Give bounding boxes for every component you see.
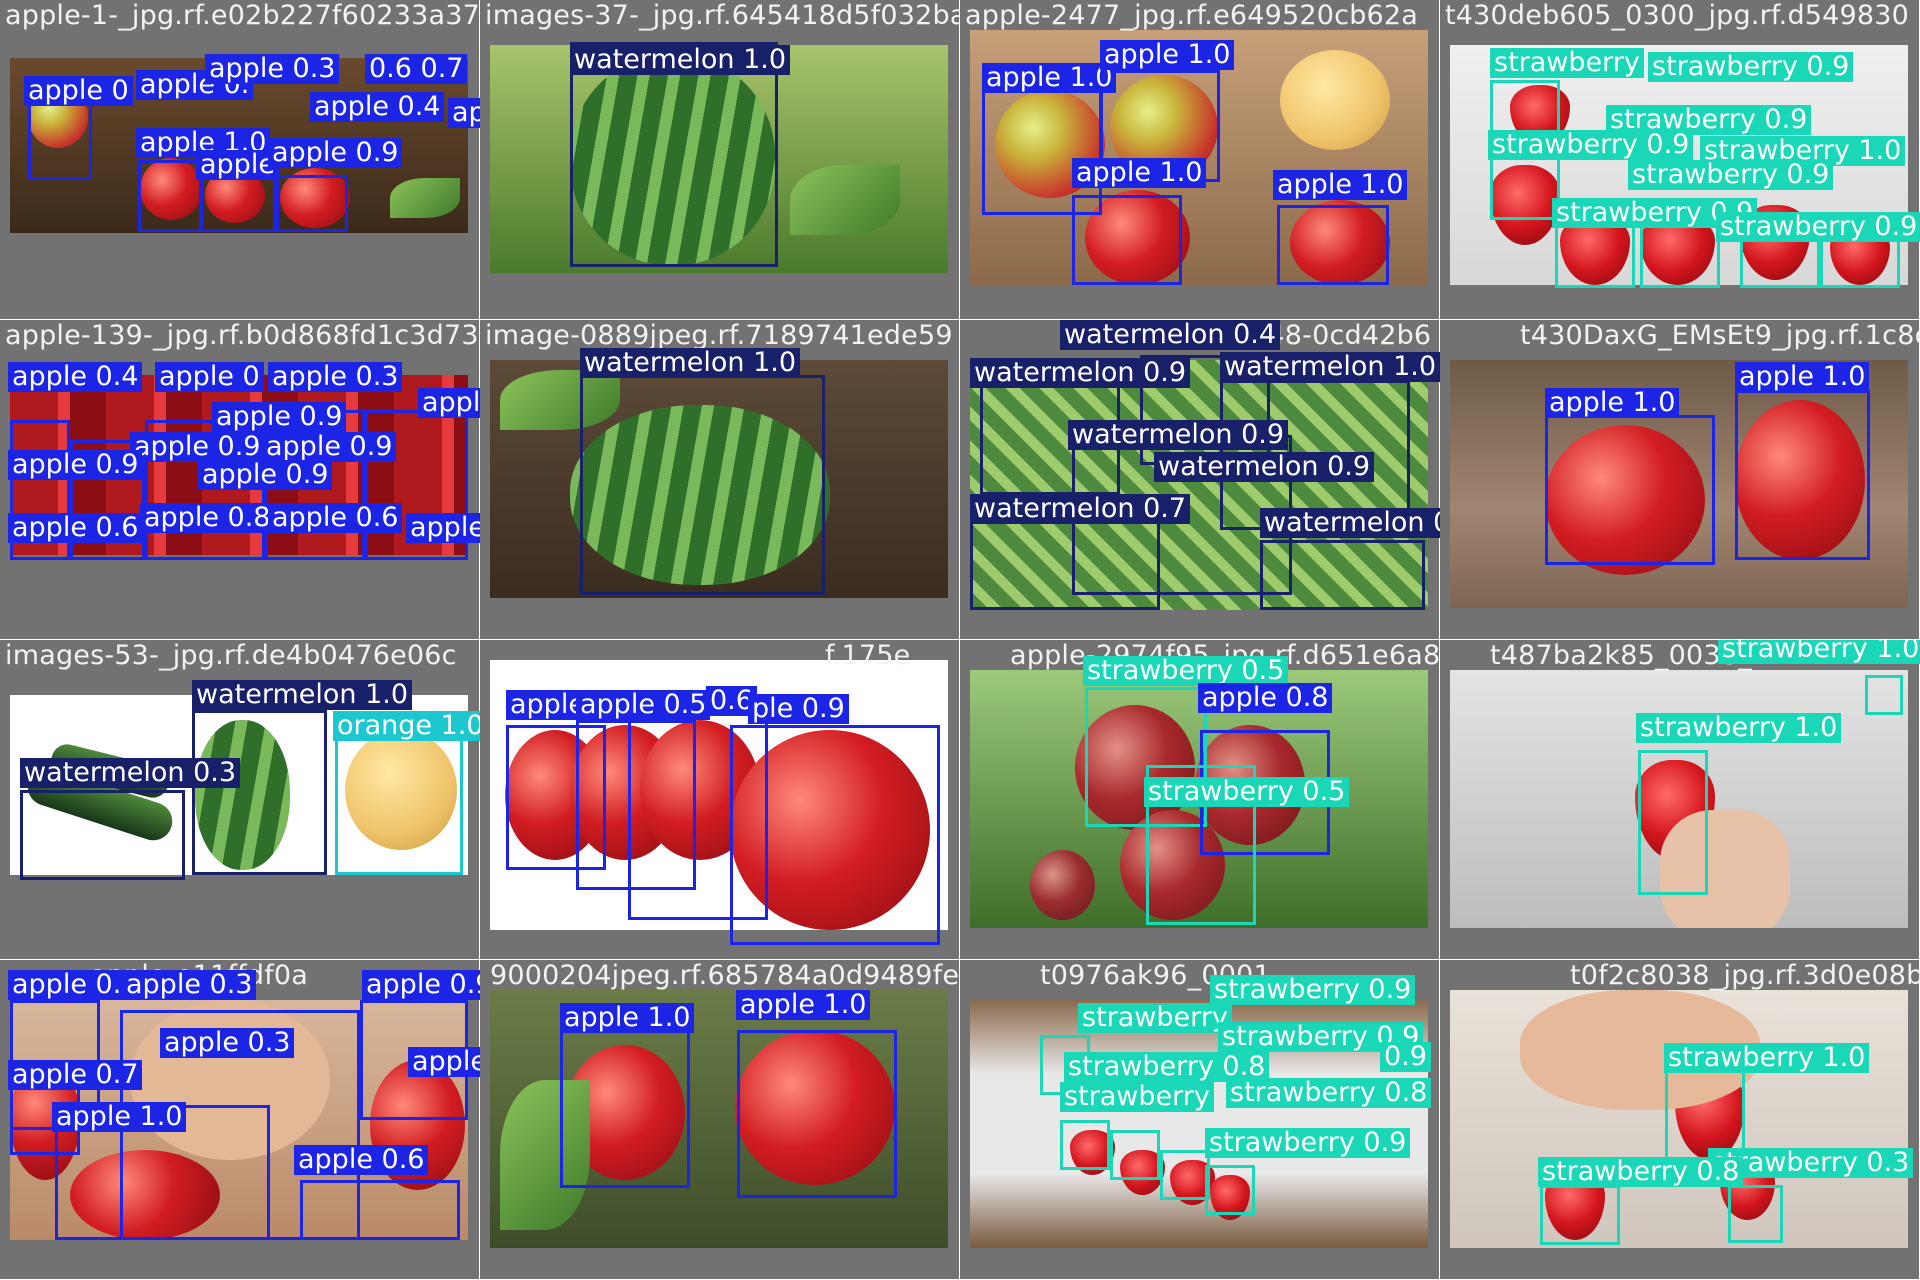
detection-label: apple 0.9 — [448, 98, 480, 128]
tile-15: strawberry 0.9 strawberry strawberry 0.9… — [960, 960, 1440, 1280]
detection-grid: apple 0 apple 0. apple 0.3 0.6 0.7 apple… — [0, 0, 1920, 1280]
detection-label: apple 1.0 — [1735, 362, 1870, 392]
detection-label: strawberry 1.0 — [1664, 1043, 1870, 1073]
tile-13: apple 0. apple 0.3 apple 0.9 apple 0.3 a… — [0, 960, 480, 1280]
detection-label: apple 0.7 — [8, 1060, 143, 1090]
detection-label: apple 0.6 — [8, 513, 143, 543]
tile-5: apple 0.4 apple 0 apple 0.3 apple 0.9 ap… — [0, 320, 480, 640]
detection-label: ple 0.9 — [748, 694, 849, 724]
tile-4: strawberry strawberry 0.9 strawberry 0.9… — [1440, 0, 1920, 320]
detection-label: strawberry 0.9 — [1210, 975, 1416, 1005]
detection-label: apple 1.0 — [736, 990, 871, 1020]
detection-label: apple 0.9 — [262, 432, 397, 462]
detection-label: apple 1.0 — [982, 63, 1117, 93]
detection-label: strawberry — [1060, 1082, 1214, 1112]
detection-label: apple 0.9 — [268, 138, 403, 168]
detection-label: watermelon 1.0 — [580, 348, 801, 378]
detection-label: watermelon 0.4 — [1060, 320, 1281, 350]
detection-label: strawberry 0.8 — [1226, 1078, 1432, 1108]
tile-8: apple 1.0 apple 1.0 t430DaxG_EMsEt9_jpg.… — [1440, 320, 1920, 640]
detection-label: strawberry 0.5 — [1144, 777, 1350, 807]
tile-7: watermelon 0.4 watermelon 0.9 watermelon… — [960, 320, 1440, 640]
detection-label: watermelon 0.9 — [970, 358, 1191, 388]
tile-title: t0f2c8038_jpg.rf.3d0e08b7ac41 — [1570, 960, 1920, 991]
detection-label: apple 0.9 — [362, 970, 480, 1000]
tile-12: strawberry 1.0 strawberry 1.0 t487ba2k85… — [1440, 640, 1920, 960]
detection-label: apple 0.8 — [140, 503, 275, 533]
tile-title: 9000204jpeg.rf.685784a0d9489fe — [490, 960, 960, 991]
tile-title: images-53-_jpg.rf.de4b0476e06c — [5, 640, 457, 671]
detection-label: apple 0.4 — [8, 362, 143, 392]
detection-label: apple 0.3 — [268, 362, 403, 392]
detection-label: apple 1.0 — [1273, 170, 1408, 200]
tile-title: t430deb605_0300_jpg.rf.d549830 — [1445, 0, 1910, 31]
detection-label: apple 0.6 — [294, 1145, 429, 1175]
detection-label: apple 0.9 — [198, 460, 333, 490]
detection-label: apple 0.9 — [418, 388, 480, 418]
tile-title: apple-139-_jpg.rf.b0d868fd1c3d735 — [5, 320, 480, 351]
detection-label: apple 0.4 — [310, 92, 445, 122]
tile-6: watermelon 1.0 image-0889jpeg.rf.7189741… — [480, 320, 960, 640]
detection-label: apple 0.9 — [212, 402, 347, 432]
detection-label: watermelon 0.9 — [1068, 420, 1289, 450]
detection-label: watermelon 1.0 — [570, 45, 791, 75]
detection-label: strawberry 1.0 — [1636, 713, 1842, 743]
detection-label: strawberry 1.0 — [1718, 640, 1920, 664]
detection-label: apple 1.0 — [1100, 40, 1235, 70]
detection-label: strawberry 0.8 — [1538, 1157, 1744, 1187]
tile-title: t487ba2k85_0038_ — [1490, 640, 1752, 671]
detection-label: strawberry — [1490, 48, 1644, 78]
detection-label: strawberry 0.9 — [1628, 160, 1834, 190]
detection-label: apple 1.0 — [1072, 158, 1207, 188]
tile-3: apple 1.0 apple 1.0 apple 1.0 apple 1.0 … — [960, 0, 1440, 320]
detection-label: apple 0.3 — [205, 54, 340, 84]
detection-label: apple 0.8 — [1198, 683, 1333, 713]
detection-label: apple 1.0 — [52, 1102, 187, 1132]
detection-label: apple 0.9 — [130, 432, 265, 462]
tile-title: t430DaxG_EMsEt9_jpg.rf.1c8c — [1520, 320, 1920, 351]
detection-label: strawberry 0.9 — [1648, 52, 1854, 82]
detection-label: apple 0.3 — [160, 1028, 295, 1058]
tile-2: watermelon 1.0 images-37-_jpg.rf.645418d… — [480, 0, 960, 320]
tile-10: apple apple 0.5 0.6 ple 0.9 f.175e — [480, 640, 960, 960]
detection-label: apple 0.5 — [576, 690, 711, 720]
detection-label: apple 1.0 — [1545, 388, 1680, 418]
detection-label: apple 0.9 — [8, 450, 143, 480]
detection-label: orange 1.0 — [333, 711, 480, 741]
detection-label: strawberry 0.9 — [1488, 130, 1694, 160]
detection-label: apple 0.9 — [408, 1047, 480, 1077]
tile-title: f.175e — [825, 640, 911, 671]
tile-1: apple 0 apple 0. apple 0.3 0.6 0.7 apple… — [0, 0, 480, 320]
tile-16: strawberry 1.0 strawberry 0.3 strawberry… — [1440, 960, 1920, 1280]
tile-title: images-37-_jpg.rf.645418d5f032ba31ea2477 — [485, 0, 960, 31]
detection-label: watermelon 0.7 — [1260, 508, 1440, 538]
detection-label: strawberry 0.9 — [1716, 212, 1920, 242]
detection-label: apple 0 — [24, 76, 133, 106]
detection-label: 0.6 0.7 — [365, 54, 468, 84]
tile-title: apple-2477_jpg.rf.e649520cb62a — [965, 0, 1419, 31]
detection-label: watermelon 0.3 — [20, 758, 241, 788]
detection-label: watermelon 0.7 — [970, 494, 1191, 524]
detection-label: strawberry 0.9 — [1205, 1128, 1411, 1158]
detection-label: apple 0.6 — [268, 503, 403, 533]
detection-label: 0.9 — [1380, 1042, 1431, 1072]
detection-label: strawberry — [1078, 1003, 1232, 1033]
tile-11: strawberry 0.5 apple 0.8 strawberry 0.5 … — [960, 640, 1440, 960]
tile-title: apple-1-_jpg.rf.e02b227f60233a37d2effs37… — [5, 0, 480, 31]
detection-label: watermelon 1.0 — [192, 680, 413, 710]
detection-label: apple 0.4 — [406, 513, 480, 543]
tile-14: apple 1.0 apple 1.0 9000204jpeg.rf.68578… — [480, 960, 960, 1280]
detection-label: watermelon 1.0 — [1220, 352, 1440, 382]
detection-label: apple — [196, 150, 279, 180]
detection-label: apple 0.3 — [122, 970, 257, 1000]
detection-label: watermelon 0.9 — [1154, 452, 1375, 482]
detection-label: apple 1.0 — [560, 1003, 695, 1033]
detection-label: apple 0. — [8, 970, 126, 1000]
tile-9: watermelon 1.0 orange 1.0 watermelon 0.3… — [0, 640, 480, 960]
detection-label: apple 0 — [155, 362, 264, 392]
